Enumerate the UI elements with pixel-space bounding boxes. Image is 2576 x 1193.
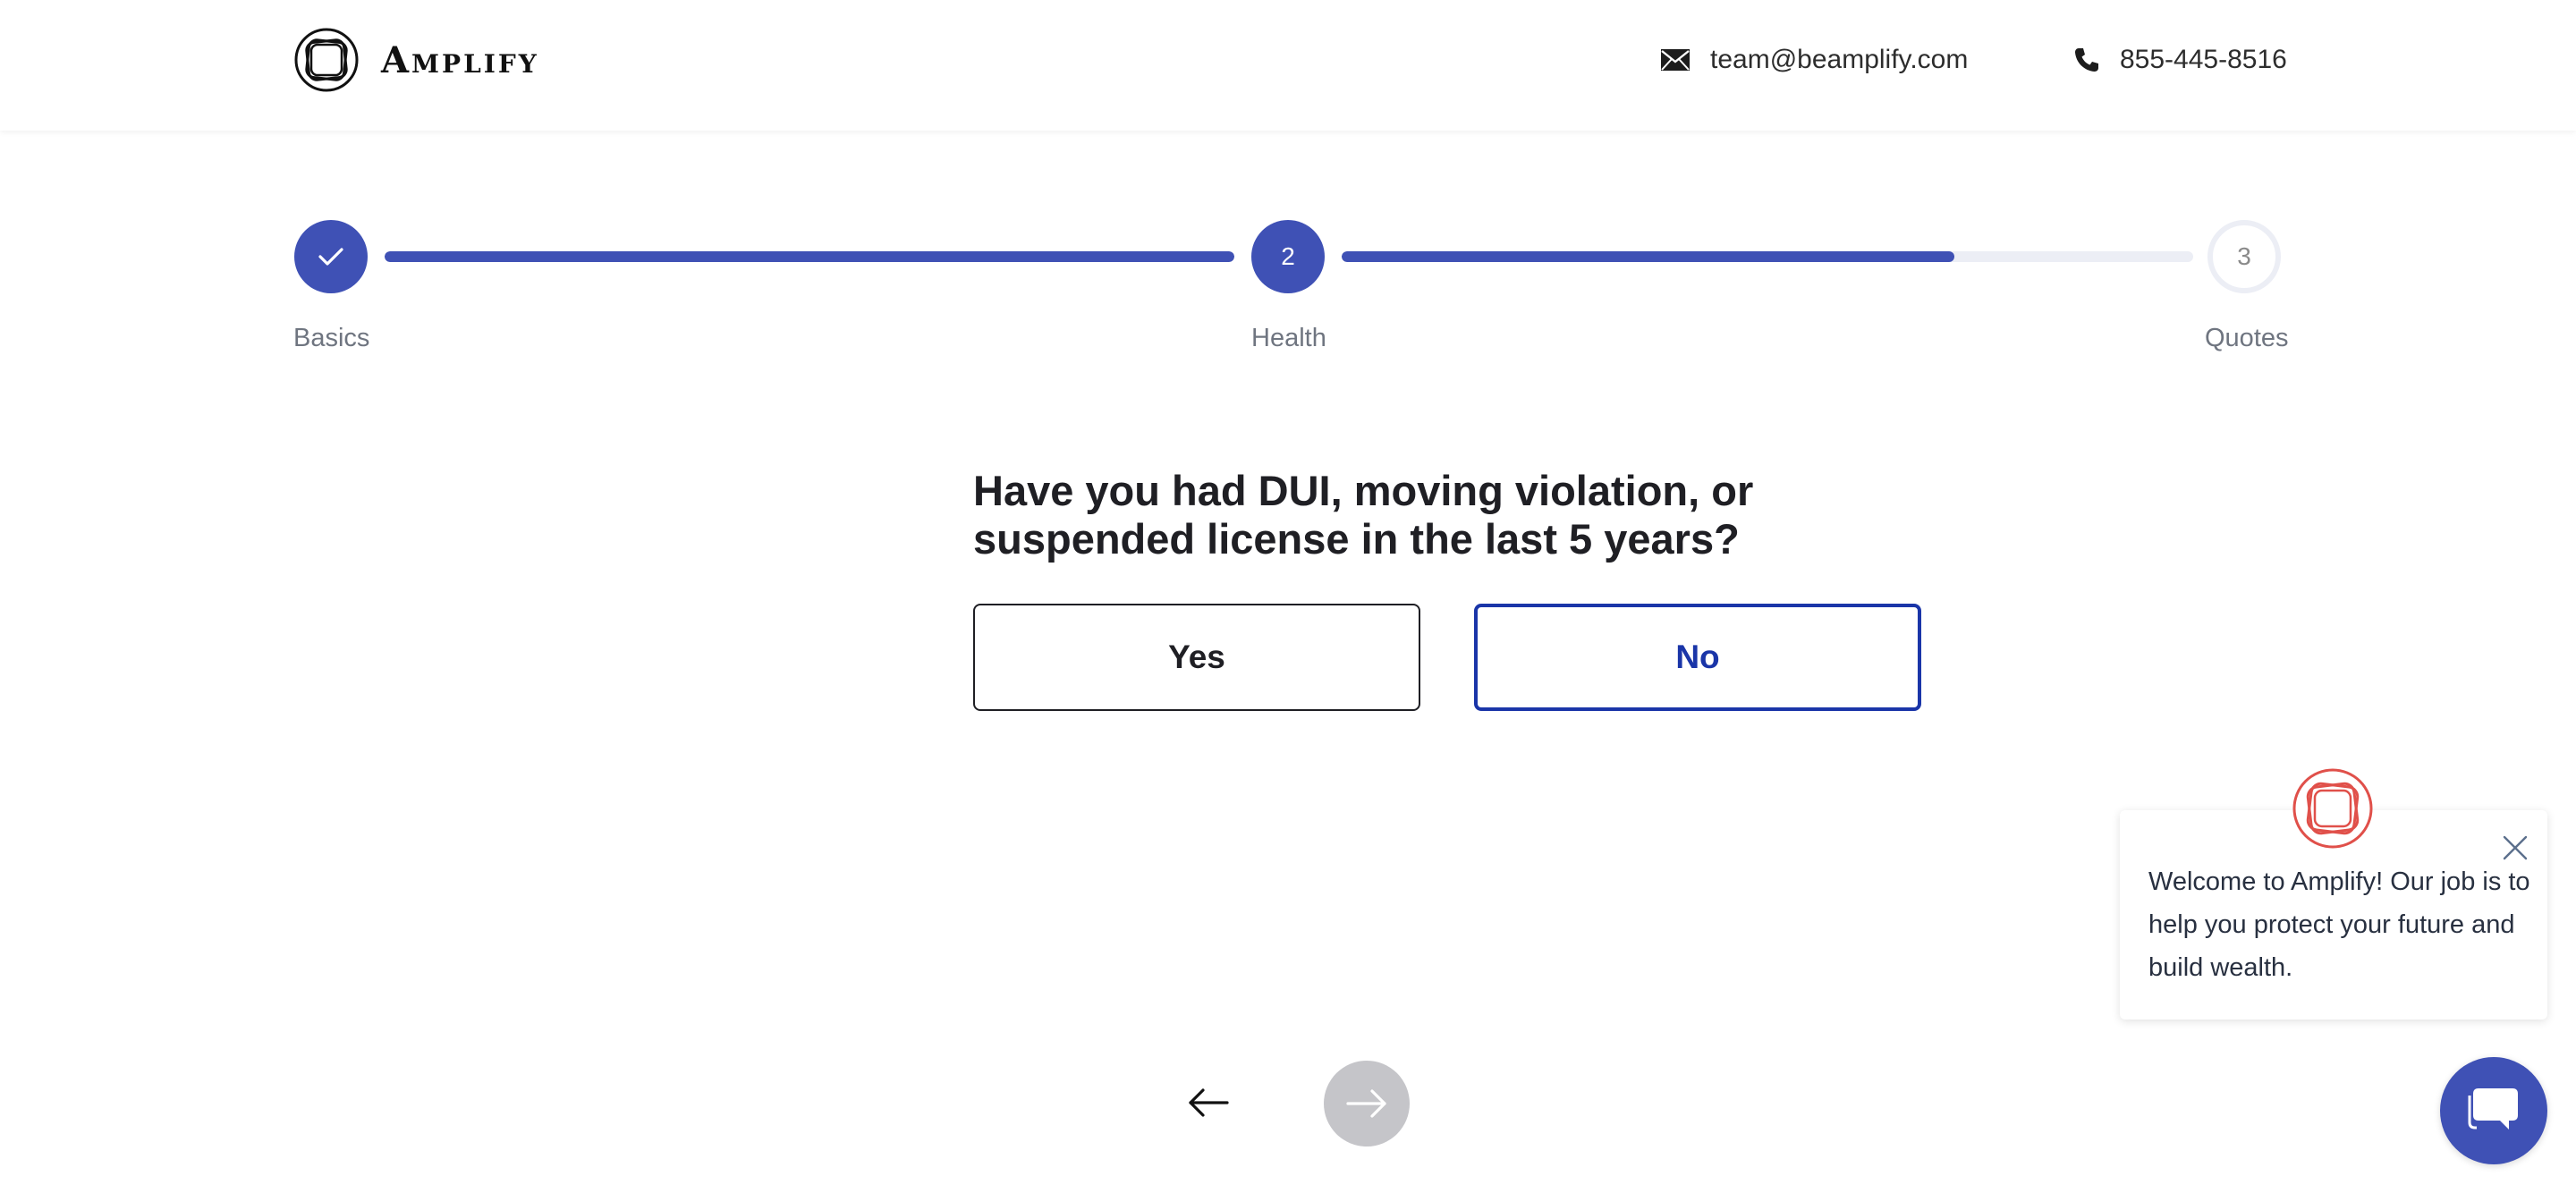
close-icon xyxy=(2503,835,2528,860)
arrow-left-icon xyxy=(1189,1088,1229,1117)
chat-avatar-icon xyxy=(2292,768,2373,849)
question-title: Have you had DUI, moving violation, or s… xyxy=(973,467,1754,563)
contact-email-text: team@beamplify.com xyxy=(1710,45,1969,74)
answer-yes-label: Yes xyxy=(1168,639,1225,675)
envelope-icon xyxy=(1661,49,1690,71)
chat-close-button[interactable] xyxy=(2499,832,2531,864)
progress-fill-1 xyxy=(385,251,1234,262)
contact-phone[interactable]: 855-445-8516 xyxy=(2073,45,2287,75)
progress-track-1 xyxy=(385,251,1234,262)
step-quotes-circle: 3 xyxy=(2207,220,2281,293)
answer-no-button[interactable]: No xyxy=(1474,604,1921,711)
chat-welcome-message: Welcome to Amplify! Our job is to help y… xyxy=(2148,867,2530,982)
step-health-number: 2 xyxy=(1281,242,1295,270)
step-health-circle: 2 xyxy=(1251,220,1325,293)
amplify-logo-icon xyxy=(294,28,359,92)
step-label-health: Health xyxy=(1251,324,1326,352)
answer-yes-button[interactable]: Yes xyxy=(973,604,1420,711)
back-button[interactable] xyxy=(1181,1080,1236,1125)
step-label-quotes: Quotes xyxy=(2205,324,2289,352)
phone-icon xyxy=(2075,48,2098,72)
brand-logo[interactable]: Amplify xyxy=(293,27,539,93)
arrow-right-icon xyxy=(1346,1089,1386,1118)
contact-email[interactable]: team@beamplify.com xyxy=(1660,45,1968,75)
check-icon xyxy=(318,248,343,266)
chat-bubble-icon xyxy=(2468,1088,2518,1130)
step-label-basics: Basics xyxy=(293,324,370,352)
progress-fill-2 xyxy=(1342,251,1955,262)
step-quotes-number: 3 xyxy=(2237,242,2251,270)
brand-name: Amplify xyxy=(381,38,539,81)
answer-no-label: No xyxy=(1675,639,1720,675)
progress-track-2 xyxy=(1342,251,2193,262)
next-button[interactable] xyxy=(1324,1061,1410,1146)
step-basics-circle xyxy=(294,220,368,293)
contact-phone-text: 855-445-8516 xyxy=(2120,45,2287,74)
chat-launcher-button[interactable] xyxy=(2440,1057,2547,1164)
site-header: Amplify team@beamplify.com 855-445-8516 xyxy=(0,0,2576,131)
